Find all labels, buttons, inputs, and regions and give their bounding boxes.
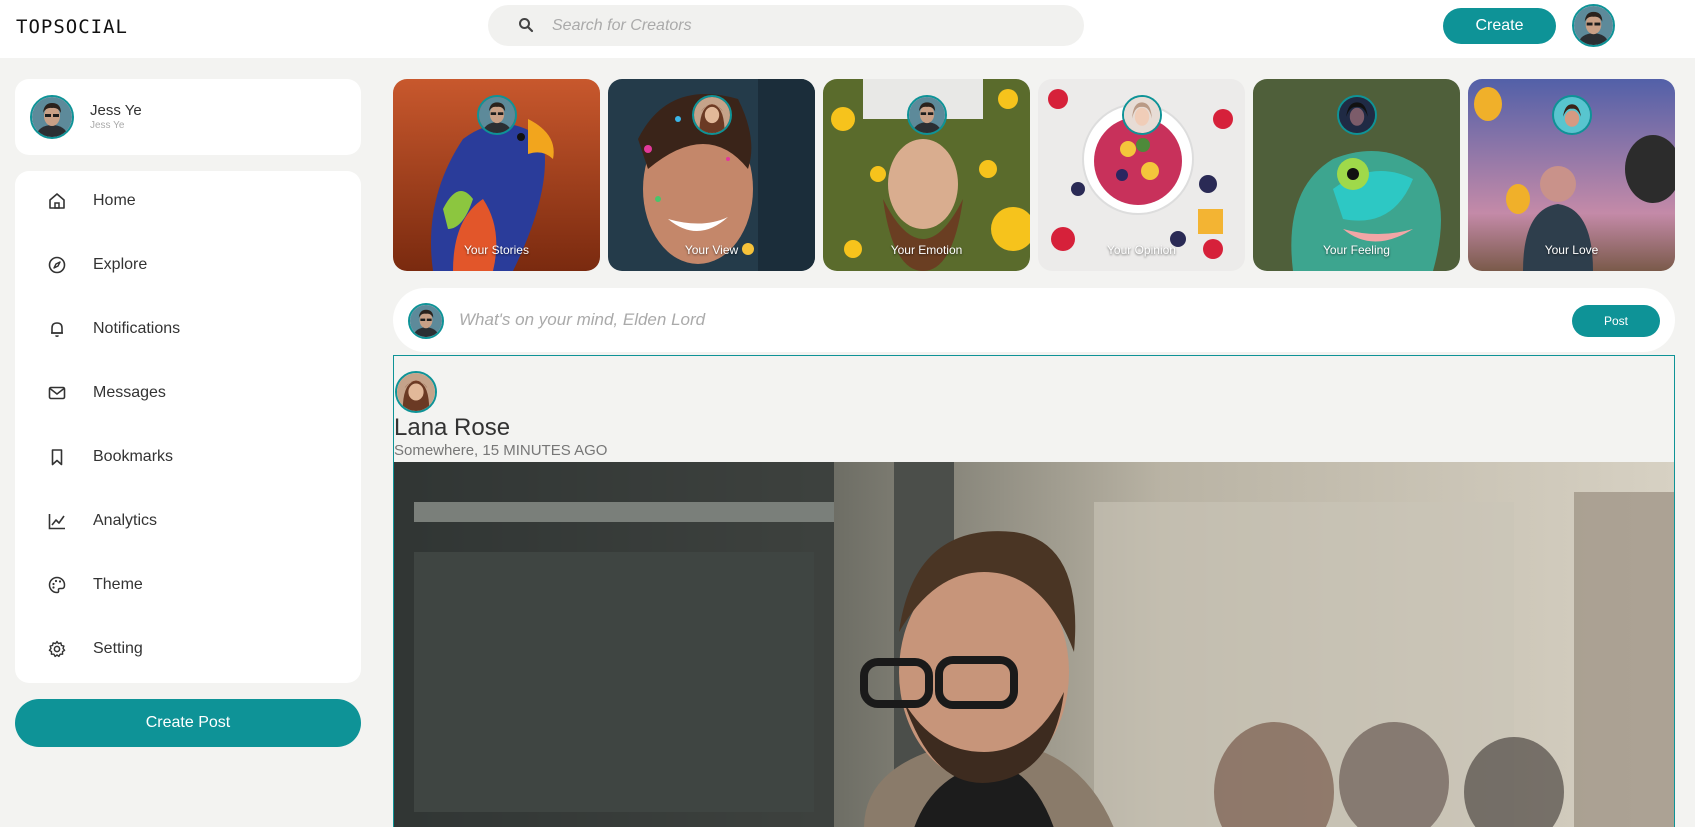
post-author-name[interactable]: Lana Rose: [394, 414, 510, 442]
post-meta: Somewhere, 15 MINUTES AGO: [394, 442, 608, 459]
post-input[interactable]: [459, 300, 1459, 340]
bell-icon: [47, 319, 67, 339]
sidebar-item-label: Analytics: [93, 512, 158, 529]
feed-post: Lana Rose Somewhere, 15 MINUTES AGO: [393, 355, 1675, 827]
avatar: [408, 303, 444, 339]
gear-icon: [47, 639, 67, 659]
story-label: Your Stories: [464, 243, 529, 257]
compass-icon: [47, 255, 67, 275]
profile-avatar: [30, 95, 74, 139]
sidebar-item-label: Bookmarks: [93, 448, 174, 465]
create-post-form: Post: [393, 288, 1675, 352]
home-icon: [47, 191, 67, 211]
story-avatar: [1337, 95, 1377, 135]
sidebar-item-label: Messages: [93, 384, 166, 401]
story-label: Your Opinion: [1107, 243, 1176, 257]
sidebar-item-home[interactable]: Home: [15, 177, 361, 225]
story-avatar: [907, 95, 947, 135]
story-card[interactable]: Your View: [608, 79, 815, 271]
post-button[interactable]: Post: [1572, 305, 1660, 337]
sidebar-item-theme[interactable]: Theme: [15, 561, 361, 609]
create-button[interactable]: Create: [1443, 8, 1556, 44]
palette-icon: [47, 575, 67, 595]
sidebar-item-bookmarks[interactable]: Bookmarks: [15, 433, 361, 481]
profile-name: Jess Ye: [90, 102, 142, 119]
story-avatar: [1552, 95, 1592, 135]
story-card[interactable]: Your Opinion: [1038, 79, 1245, 271]
sidebar-item-analytics[interactable]: Analytics: [15, 497, 361, 545]
story-avatar: [692, 95, 732, 135]
search-icon: [518, 17, 534, 38]
bookmark-icon: [47, 447, 67, 467]
profile-card[interactable]: Jess Ye Jess Ye: [15, 79, 361, 155]
profile-handle: Jess Ye: [90, 120, 125, 131]
sidebar-menu: Home Explore Notifications Messages Book…: [15, 171, 361, 683]
search-bar[interactable]: [488, 5, 1084, 46]
story-card[interactable]: Your Stories: [393, 79, 600, 271]
sidebar-item-notifications[interactable]: Notifications: [15, 305, 361, 353]
story-card[interactable]: Your Emotion: [823, 79, 1030, 271]
story-label: Your Feeling: [1323, 243, 1390, 257]
post-author-avatar[interactable]: [395, 371, 437, 413]
sidebar-item-explore[interactable]: Explore: [15, 241, 361, 289]
search-input[interactable]: [552, 5, 1052, 46]
chart-line-icon: [47, 511, 67, 531]
story-card[interactable]: Your Love: [1468, 79, 1675, 271]
create-post-button[interactable]: Create Post: [15, 699, 361, 747]
story-avatar: [1122, 95, 1162, 135]
sidebar-item-setting[interactable]: Setting: [15, 625, 361, 673]
app-logo[interactable]: TOPSOCIAL: [16, 16, 128, 38]
mail-icon: [47, 383, 67, 403]
story-avatar: [477, 95, 517, 135]
story-label: Your Emotion: [890, 243, 963, 257]
sidebar-item-label: Explore: [93, 256, 148, 273]
story-label: Your View: [684, 243, 739, 257]
post-image[interactable]: [394, 462, 1674, 827]
story-label: Your Love: [1544, 243, 1599, 257]
sidebar-item-label: Theme: [93, 576, 143, 593]
avatar[interactable]: [1572, 4, 1615, 47]
sidebar-item-label: Home: [93, 192, 136, 209]
sidebar-item-label: Notifications: [93, 320, 181, 337]
sidebar-item-label: Setting: [93, 640, 143, 657]
sidebar-item-messages[interactable]: Messages: [15, 369, 361, 417]
top-navbar: TOPSOCIAL Create: [0, 0, 1695, 58]
story-card[interactable]: Your Feeling: [1253, 79, 1460, 271]
